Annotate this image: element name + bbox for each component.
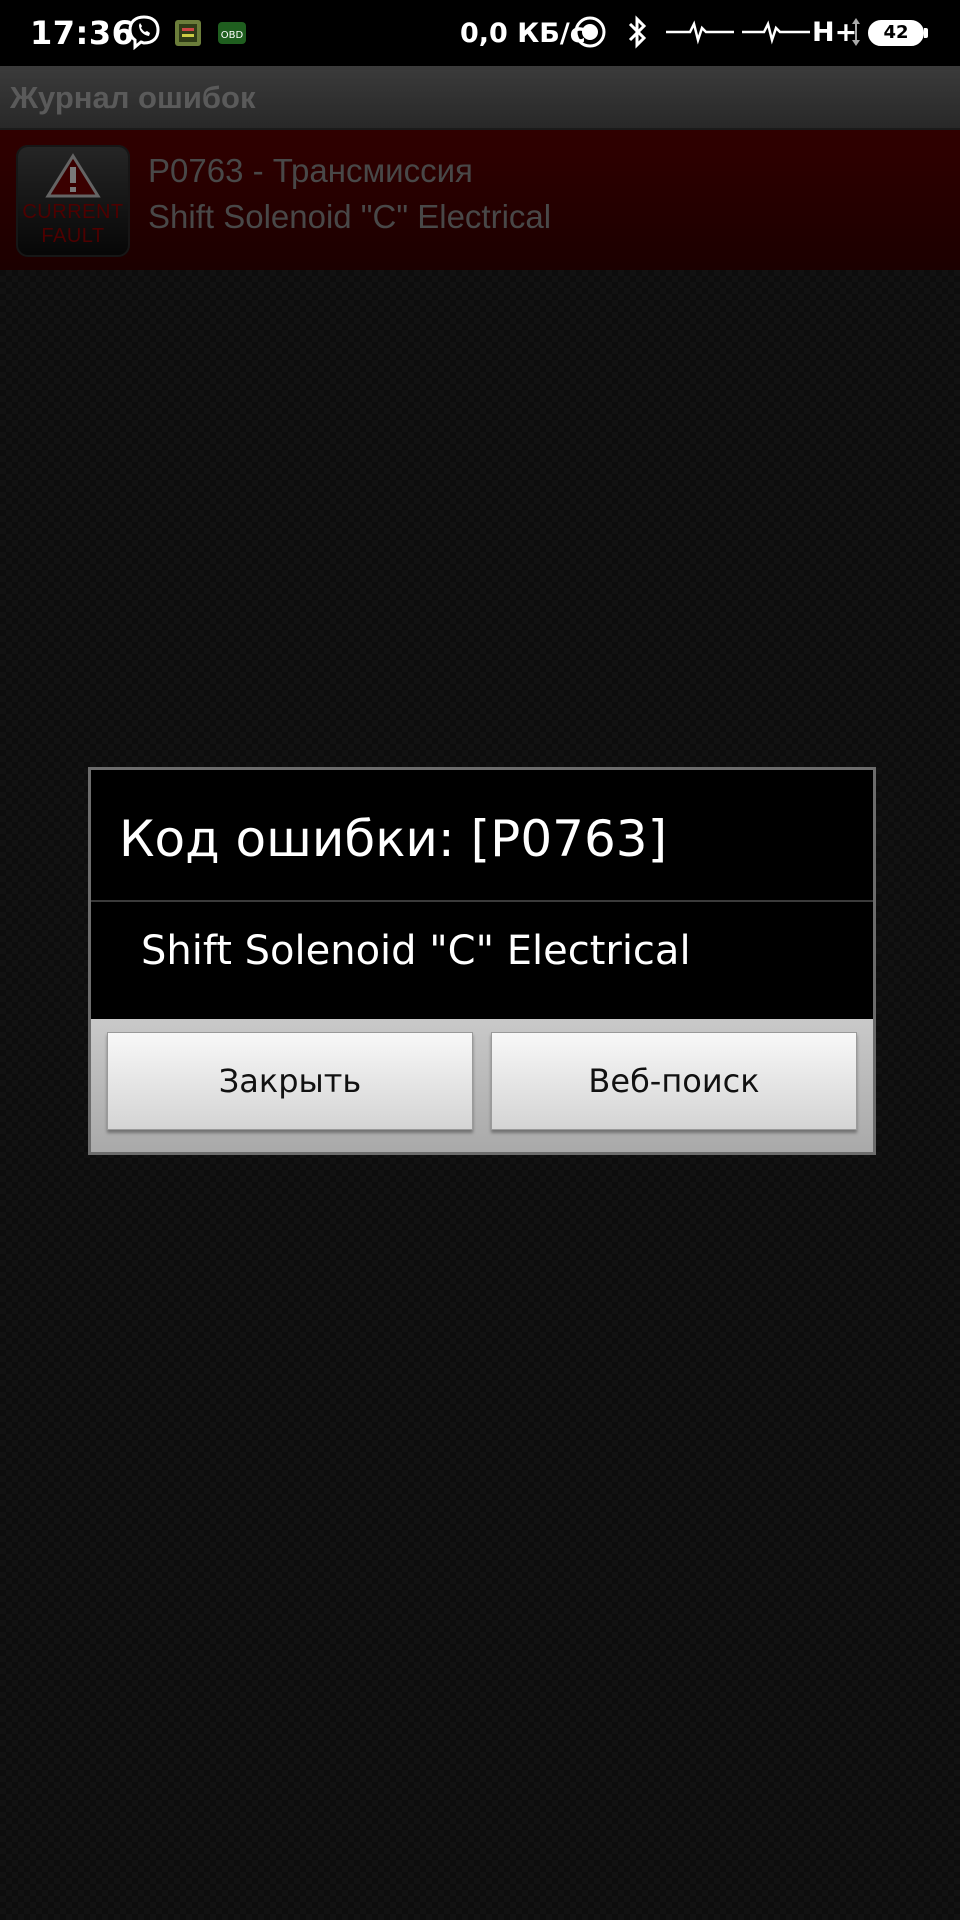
- viber-icon: [128, 15, 160, 50]
- signal-icon: [742, 20, 810, 45]
- signal-icon: [666, 20, 734, 45]
- dialog-button-bar: Закрыть Веб-поиск: [91, 1019, 873, 1152]
- battery-icon: 42: [868, 20, 924, 46]
- status-bar: 17:36 OBD 0,0 КБ/с H+ 42: [0, 0, 960, 66]
- app-icon: [175, 20, 201, 46]
- fault-code-dialog: Код ошибки: [P0763] Shift Solenoid "C" E…: [88, 767, 876, 1155]
- close-button[interactable]: Закрыть: [107, 1032, 473, 1130]
- battery-level: 42: [883, 22, 909, 43]
- bluetooth-icon: [628, 15, 647, 49]
- dialog-title: Код ошибки: [P0763]: [119, 810, 668, 868]
- svg-text:OBD: OBD: [221, 30, 244, 41]
- obd-icon: OBD: [218, 22, 246, 44]
- dialog-message: Shift Solenoid "C" Electrical: [141, 928, 691, 974]
- web-search-button[interactable]: Веб-поиск: [491, 1032, 857, 1130]
- battery-tip: [924, 28, 928, 38]
- dialog-divider: [91, 900, 873, 902]
- data-arrows-icon: [852, 18, 860, 46]
- net-speed: 0,0 КБ/с: [460, 18, 586, 49]
- sync-icon: [574, 16, 606, 48]
- status-time: 17:36: [30, 14, 135, 52]
